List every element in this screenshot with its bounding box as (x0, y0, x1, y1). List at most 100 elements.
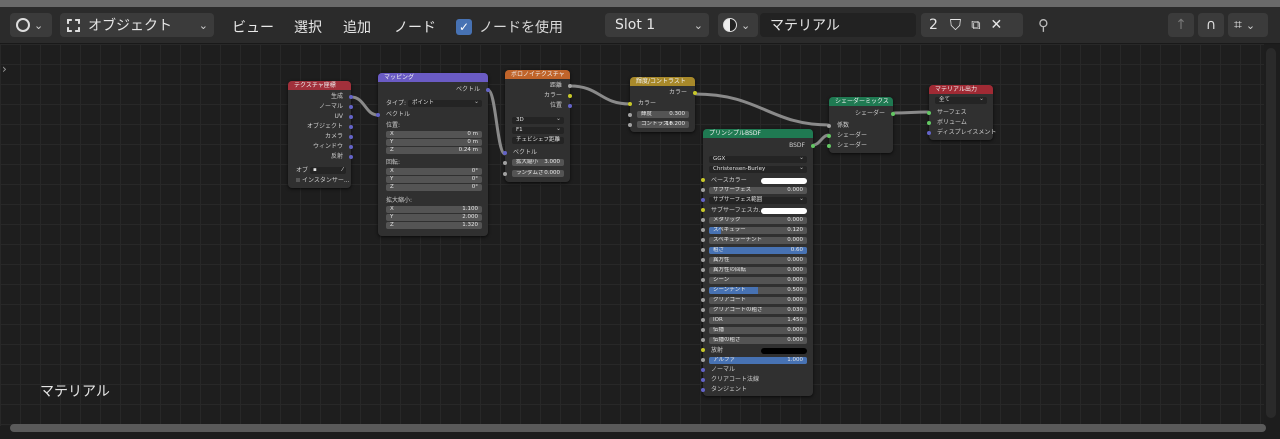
use-nodes-toggle[interactable]: ✓ ノードを使用 (456, 17, 563, 37)
socket-float[interactable] (568, 84, 572, 88)
user-count-button[interactable]: 2 (929, 17, 938, 33)
bsdf-input-socket[interactable] (701, 208, 705, 212)
bsdf-input-socket[interactable] (701, 278, 705, 282)
socket-shader[interactable] (927, 111, 931, 115)
distribution-dropdown[interactable]: GGX (709, 154, 807, 163)
node-principled-bsdf[interactable]: プリンシプルBSDF BSDF GGX Christensen-Burley ベ… (701, 129, 815, 396)
socket-vector[interactable] (349, 115, 353, 119)
bsdf-value-field[interactable]: スペキュラー 0.120 (709, 227, 807, 234)
socket-float[interactable] (503, 161, 507, 165)
shader-type-dropdown[interactable]: オブジェクト ⌄ (60, 13, 214, 37)
bsdf-value-field[interactable]: クリアコートの粗さ 0.030 (709, 307, 807, 314)
slot-dropdown[interactable]: Slot 1 ⌄ (605, 13, 709, 37)
fake-user-shield-icon[interactable]: ⛉ (950, 16, 961, 34)
socket-vector[interactable] (701, 368, 705, 372)
bsdf-value-field[interactable]: シーン 0.000 (709, 277, 807, 284)
scale-z[interactable]: Z 1.320 (386, 222, 482, 229)
parent-node-tree-button[interactable]: ↑ (1168, 13, 1194, 37)
bsdf-value-field[interactable]: 伝播 0.000 (709, 327, 807, 334)
menu-select[interactable]: 選択 (294, 17, 322, 37)
socket-shader[interactable] (811, 144, 815, 148)
socket-vector[interactable] (349, 155, 353, 159)
node-material-output[interactable]: マテリアル出力 全て サーフェス ボリューム ディスプレイスメント (927, 85, 996, 140)
color-swatch[interactable] (761, 208, 807, 214)
socket-vector[interactable] (927, 131, 931, 135)
socket-float[interactable] (628, 113, 632, 117)
randomness-field[interactable]: ランダムさ 0.000 (512, 170, 564, 177)
from-instancer-option[interactable]: インスタンサー... (296, 177, 350, 185)
menu-view[interactable]: ビュー (232, 17, 274, 37)
bsdf-value-field[interactable]: アルファ 1.000 (709, 357, 807, 364)
socket-vector[interactable] (349, 145, 353, 149)
bsdf-value-field[interactable]: メタリック 0.000 (709, 217, 807, 224)
bsdf-input-socket[interactable] (701, 338, 705, 342)
subsurface-method-dropdown[interactable]: Christensen-Burley (709, 164, 807, 173)
node-mix-shader[interactable]: シェーダーミックス シェーダー 係数 シェーダー シェーダー (827, 97, 895, 153)
socket-float[interactable] (827, 124, 831, 128)
bsdf-value-field[interactable]: 異方性 0.000 (709, 257, 807, 264)
type-dropdown[interactable]: ポイント (408, 98, 482, 107)
bsdf-input-socket[interactable] (701, 318, 705, 322)
bsdf-value-field[interactable]: クリアコート 0.000 (709, 297, 807, 304)
socket-vector[interactable] (349, 105, 353, 109)
bsdf-input-socket[interactable] (701, 358, 705, 362)
socket-color[interactable] (568, 94, 572, 98)
checkbox-checked-icon[interactable]: ✓ (456, 19, 472, 35)
bsdf-input-socket[interactable] (701, 258, 705, 262)
socket-float[interactable] (628, 123, 632, 127)
location-z[interactable]: Z 0.24 m (386, 147, 482, 154)
object-field[interactable]: ▪ ⁄ (310, 167, 346, 174)
pin-icon[interactable]: ⚲ (1038, 16, 1049, 34)
subsurface-radius-dropdown[interactable]: サブサーフェス範囲 (709, 195, 807, 204)
socket-color[interactable] (628, 102, 632, 106)
close-icon[interactable]: ✕ (990, 17, 1002, 33)
rotation-y[interactable]: Y 0° (386, 176, 482, 183)
bsdf-input-socket[interactable] (701, 238, 705, 242)
bsdf-input-socket[interactable] (701, 308, 705, 312)
menu-node[interactable]: ノード (394, 17, 436, 37)
bsdf-value-field[interactable]: 異方性の回転 0.000 (709, 267, 807, 274)
socket-vector[interactable] (349, 95, 353, 99)
bsdf-value-field[interactable]: 伝播の粗さ 0.000 (709, 337, 807, 344)
socket-float[interactable] (503, 172, 507, 176)
node-voronoi-texture[interactable]: ボロノイテクスチャ 距離 カラー 位置 3D F1 チェビシェフ距離 ベクトル … (503, 70, 572, 182)
scale-x[interactable]: X 1.100 (386, 206, 482, 213)
socket-vector[interactable] (349, 135, 353, 139)
contrast-field[interactable]: コントラスト 16.200 (637, 121, 689, 128)
bsdf-input-socket[interactable] (701, 198, 705, 202)
socket-vector[interactable] (568, 104, 572, 108)
bright-field[interactable]: 輝度 0.300 (637, 111, 689, 118)
node-texture-coordinate[interactable]: テクスチャ座標 生成 ノーマル UV オブジェクト カメラ ウィンドウ 反射 オ… (288, 81, 353, 188)
socket-shader[interactable] (891, 112, 895, 116)
socket-shader[interactable] (827, 134, 831, 138)
bsdf-value-field[interactable]: IOR 1.450 (709, 317, 807, 324)
target-dropdown[interactable]: 全て (935, 95, 987, 104)
material-browse-button[interactable]: ⌄ (718, 13, 758, 37)
snap-toggle[interactable]: ∩ (1198, 13, 1224, 37)
bsdf-input-socket[interactable] (701, 178, 705, 182)
bsdf-input-socket[interactable] (701, 268, 705, 272)
bsdf-value-field[interactable]: サブサーフェス 0.000 (709, 187, 807, 194)
location-y[interactable]: Y0 m (386, 139, 482, 146)
bsdf-input-socket[interactable] (701, 218, 705, 222)
socket-vector[interactable] (349, 125, 353, 129)
scale-y[interactable]: Y 2.000 (386, 214, 482, 221)
socket-vector[interactable] (376, 113, 380, 117)
bsdf-input-socket[interactable] (701, 228, 705, 232)
editor-type-selector[interactable]: ⌄ (10, 13, 52, 37)
feature-dropdown[interactable]: F1 (512, 125, 564, 134)
node-mapping[interactable]: マッピング ベクトル タイプ: ポイント ベクトル 位置: X0 m Y0 m … (376, 73, 490, 236)
bsdf-input-socket[interactable] (701, 188, 705, 192)
location-x[interactable]: X0 m (386, 131, 482, 138)
toolbar-expand-icon[interactable]: › (2, 62, 7, 76)
color-swatch[interactable] (761, 348, 807, 354)
bsdf-input-socket[interactable] (701, 348, 705, 352)
socket-vector[interactable] (503, 151, 507, 155)
scale-field[interactable]: 拡大縮小 3.000 (512, 159, 564, 166)
socket-vector[interactable] (701, 388, 705, 392)
material-name-field[interactable]: マテリアル (760, 13, 916, 37)
bsdf-value-field[interactable]: 粗さ 0.60 (709, 247, 807, 254)
bsdf-input-socket[interactable] (701, 248, 705, 252)
socket-vector[interactable] (486, 88, 490, 92)
rotation-z[interactable]: Z 0° (386, 184, 482, 191)
